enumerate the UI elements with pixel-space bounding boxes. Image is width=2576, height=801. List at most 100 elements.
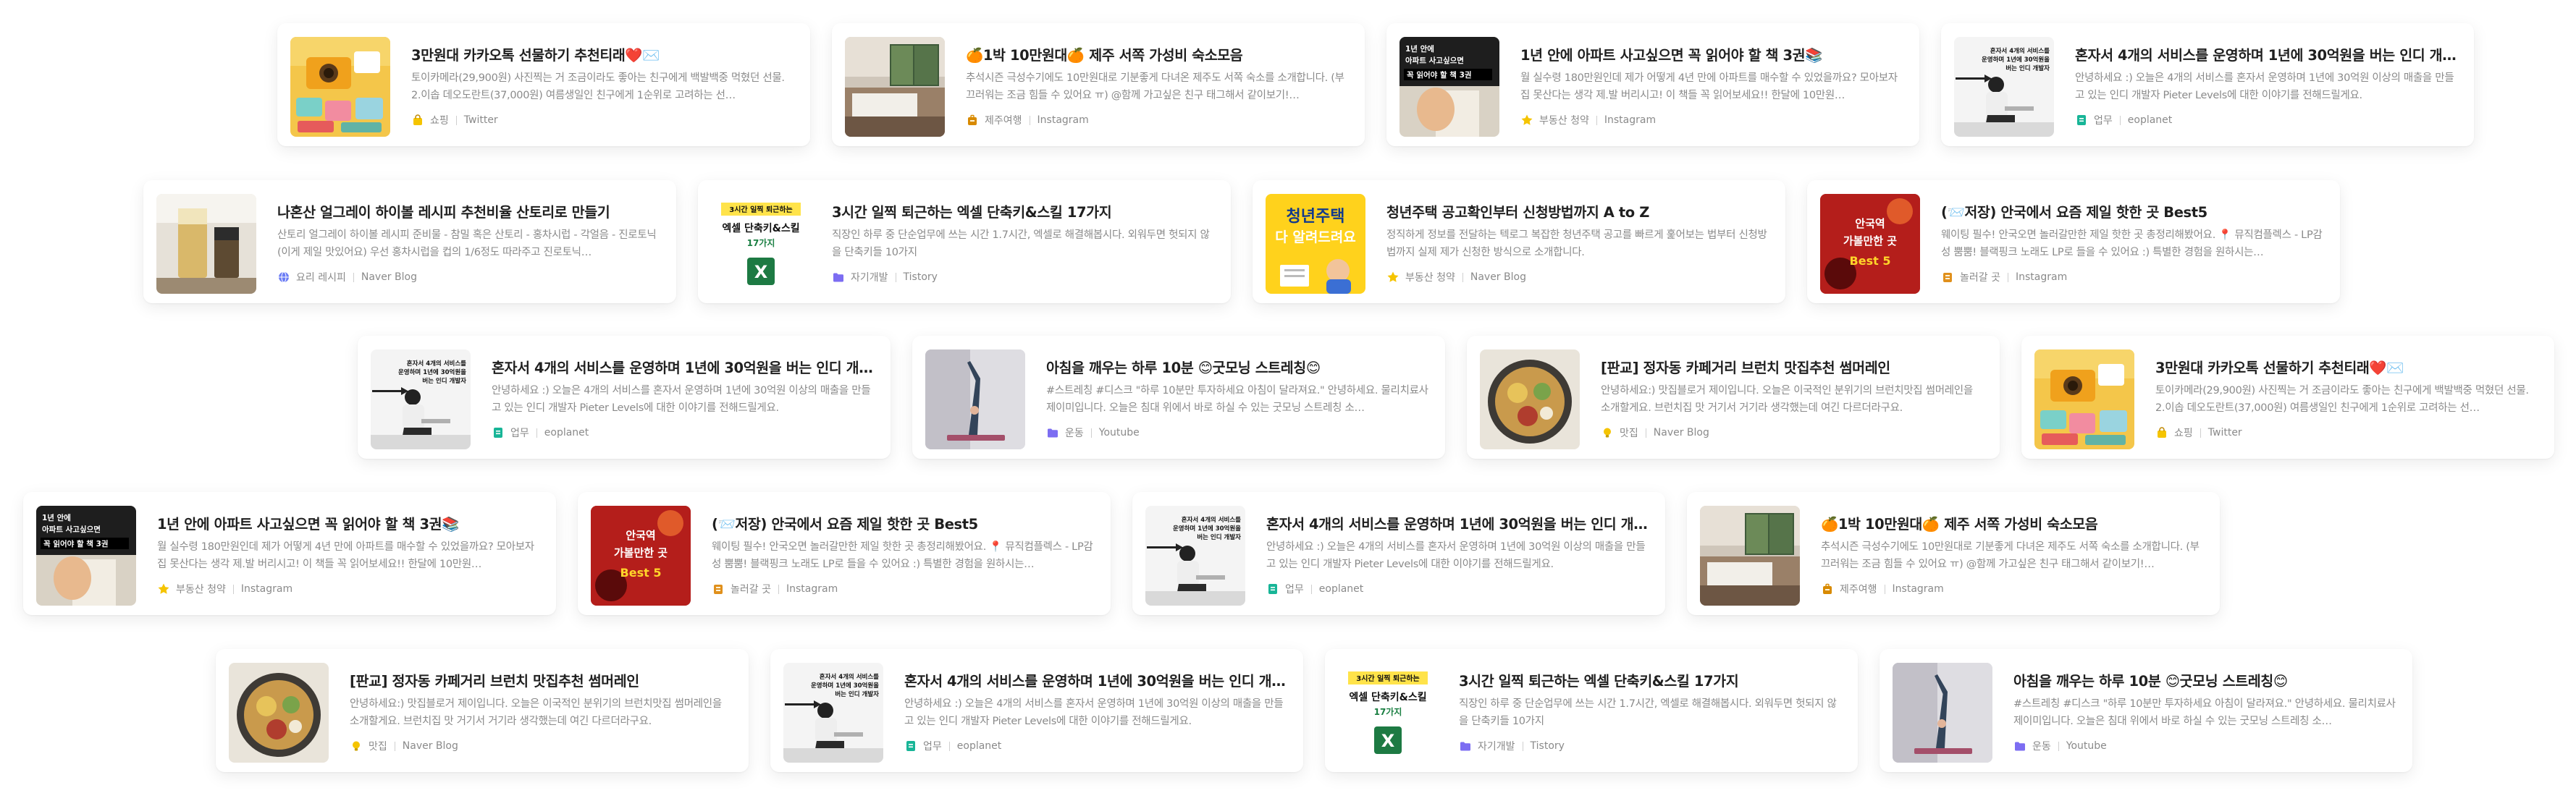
meta-divider <box>778 584 779 594</box>
card-thumbnail <box>156 194 256 294</box>
source-label: Twitter <box>2207 427 2242 438</box>
bookmark-card[interactable]: 3시간 일찍 퇴근하는 엑셀 단축키&스킬 17가지 X 3시간 일찍 퇴근하는… <box>1325 649 1858 772</box>
bookmark-card[interactable]: 청년주택 다 알려드려요 청년주택 공고확인부터 신청방법까지 A to Z 정… <box>1253 180 1785 303</box>
svg-text:청년주택: 청년주택 <box>1287 208 1345 226</box>
card-description: 안녕하세요:) 맛집블로거 제이입니다. 오늘은 이국적인 분위기의 브런치맛집… <box>350 698 722 727</box>
shopping-bag-icon <box>2155 426 2168 439</box>
svg-text:17가지: 17가지 <box>747 237 775 248</box>
card-title: 3만원대 카카오톡 선물하기 추천티래❤️✉️ <box>411 47 660 64</box>
category-label: 요리 레시피 <box>296 272 346 284</box>
source-label: Tistory <box>903 271 938 283</box>
bookmark-card[interactable]: [판교] 정자동 카페거리 브런치 맛집추천 썸머레인 안녕하세요:) 맛집블로… <box>216 649 749 772</box>
meta-divider <box>353 272 354 282</box>
bookmark-card[interactable]: 안국역 가볼만한 곳 Best 5 (📨저장) 안국에서 요즘 제일 핫한 곳 … <box>1807 180 2340 303</box>
source-label: eoplanet <box>1318 583 1364 595</box>
card-meta: 부동산 청약 Instagram <box>1520 113 1656 127</box>
card-description: #스트레칭 #디스크 "하루 10분만 투자하세요 아침이 달라져요." 안녕하… <box>2013 698 2396 727</box>
card-title: 아침을 깨우는 하루 10분 😊굿모닝 스트레칭😊 <box>1046 360 1321 376</box>
card-title: [판교] 정자동 카페거리 브런치 맛집추천 썸머레인 <box>350 673 639 690</box>
card-thumbnail <box>1700 506 1800 606</box>
card-meta: 부동산 청약 Naver Blog <box>1386 270 1526 284</box>
card-description: 안녕하세요 :) 오늘은 4개의 서비스를 혼자서 운영하며 1년에 30억원 … <box>904 698 1284 727</box>
source-label: Twitter <box>463 114 498 126</box>
card-description: 웨이팅 필수! 안국오면 놀러갈만한 제일 핫한 곳 총정리해봤어요. 📍 뮤직… <box>712 541 1093 570</box>
card-meta: 요리 레시피 Naver Blog <box>277 270 417 284</box>
svg-text:버는 인디 개발자: 버는 인디 개발자 <box>1197 533 1241 541</box>
bookmark-card[interactable]: 혼자서 4개의 서비스를 운영하며 1년에 30억원을 버는 인디 개발자 혼자… <box>1132 492 1665 615</box>
bookmark-card[interactable]: 3만원대 카카오톡 선물하기 추천티래❤️✉️ 토이카메라(29,900원) 사… <box>2021 336 2554 459</box>
bookmark-card[interactable]: 🍊1박 10만원대🍊 제주 서쪽 가성비 숙소모음 추석시즌 극성수기에도 10… <box>1687 492 2220 615</box>
svg-text:다 알려드려요: 다 알려드려요 <box>1275 229 1356 245</box>
card-meta: 쇼핑 Twitter <box>411 113 498 127</box>
suitcase-icon <box>966 114 979 127</box>
card-title: 혼자서 4개의 서비스를 운영하며 1년에 30억원을 버는 인디 개발자 <box>904 673 1288 690</box>
bookmark-card[interactable]: [판교] 정자동 카페거리 브런치 맛집추천 썸머레인 안녕하세요:) 맛집블로… <box>1467 336 2000 459</box>
bookmark-card[interactable]: 1년 안에 아파트 사고싶으면 꼭 읽어야 할 책 3권 1년 안에 아파트 사… <box>1386 23 1919 146</box>
bookmark-card[interactable]: 3시간 일찍 퇴근하는 엑셀 단축키&스킬 17가지 X 3시간 일찍 퇴근하는… <box>698 180 1231 303</box>
category-label: 쇼핑 <box>430 115 449 127</box>
category-label: 맛집 <box>1620 428 1638 439</box>
card-meta: 맛집 Naver Blog <box>1601 425 1709 440</box>
card-title: 3시간 일찍 퇴근하는 엑셀 단축키&스킬 17가지 <box>1459 673 1739 690</box>
bookmark-card[interactable]: 혼자서 4개의 서비스를 운영하며 1년에 30억원을 버는 인디 개발자 혼자… <box>1941 23 2474 146</box>
svg-text:엑셀 단축키&스킬: 엑셀 단축키&스킬 <box>1349 691 1426 703</box>
card-description: 직장인 하루 중 단순업무에 쓰는 시간 1.7시간, 엑셀로 해결해봅시다. … <box>1459 698 1837 727</box>
card-thumbnail <box>2034 349 2134 449</box>
card-meta: 제주여행 Instagram <box>966 113 1089 127</box>
svg-text:버는 인디 개발자: 버는 인디 개발자 <box>835 690 879 698</box>
svg-text:3시간 일찍 퇴근하는: 3시간 일찍 퇴근하는 <box>1356 674 1420 683</box>
category-label: 자기개발 <box>1478 741 1515 753</box>
card-row: 나혼산 얼그레이 하이볼 레시피 추천비율 산토리로 만들기 산토리 얼그레이 … <box>0 180 2576 303</box>
card-row: [판교] 정자동 카페거리 브런치 맛집추천 썸머레인 안녕하세요:) 맛집블로… <box>0 649 2576 772</box>
document-icon <box>2075 114 2088 127</box>
card-meta: 운동 Youtube <box>2013 739 2107 753</box>
bookmark-card[interactable]: 1년 안에 아파트 사고싶으면 꼭 읽어야 할 책 3권 1년 안에 아파트 사… <box>23 492 556 615</box>
card-meta: 맛집 Naver Blog <box>350 739 458 753</box>
source-label: Instagram <box>786 583 838 595</box>
svg-text:17가지: 17가지 <box>1374 706 1402 717</box>
bookmark-card[interactable]: 🍊1박 10만원대🍊 제주 서쪽 가성비 숙소모음 추석시즌 극성수기에도 10… <box>832 23 1365 146</box>
svg-text:가볼만한 곳: 가볼만한 곳 <box>1843 234 1897 247</box>
card-thumbnail: 3시간 일찍 퇴근하는 엑셀 단축키&스킬 17가지 X <box>711 194 811 294</box>
meta-divider <box>1090 428 1092 438</box>
svg-text:버는 인디 개발자: 버는 인디 개발자 <box>422 377 466 385</box>
svg-text:혼자서 4개의 서비스를: 혼자서 4개의 서비스를 <box>1990 47 2050 55</box>
bookmark-card[interactable]: 나혼산 얼그레이 하이볼 레시피 추천비율 산토리로 만들기 산토리 얼그레이 … <box>143 180 676 303</box>
source-label: Instagram <box>1892 583 1944 595</box>
meta-divider <box>1596 115 1597 125</box>
svg-text:혼자서 4개의 서비스를: 혼자서 4개의 서비스를 <box>820 673 879 681</box>
bookmark-card[interactable]: 혼자서 4개의 서비스를 운영하며 1년에 30억원을 버는 인디 개발자 혼자… <box>770 649 1303 772</box>
card-thumbnail: 혼자서 4개의 서비스를 운영하며 1년에 30억원을 버는 인디 개발자 <box>1954 37 2054 137</box>
card-title: 🍊1박 10만원대🍊 제주 서쪽 가성비 숙소모음 <box>966 47 1243 64</box>
svg-text:꼭 읽어야 할 책 3권: 꼭 읽어야 할 책 3권 <box>1407 70 1472 80</box>
bookmark-card[interactable]: 3만원대 카카오톡 선물하기 추천티래❤️✉️ 토이카메라(29,900원) 사… <box>277 23 810 146</box>
card-description: 월 실수령 180만원인데 제가 어떻게 4년 만에 아파트를 매수할 수 있었… <box>157 541 534 570</box>
card-thumbnail: 혼자서 4개의 서비스를 운영하며 1년에 30억원을 버는 인디 개발자 <box>783 663 883 763</box>
card-row: 1년 안에 아파트 사고싶으면 꼭 읽어야 할 책 3권 1년 안에 아파트 사… <box>0 492 2576 615</box>
card-thumbnail <box>925 349 1025 449</box>
card-description: 토이카메라(29,900원) 사진찍는 거 조금이라도 좋아는 친구에게 백발백… <box>411 72 785 101</box>
svg-text:버는 인디 개발자: 버는 인디 개발자 <box>2005 64 2050 72</box>
bookmark-card[interactable]: 아침을 깨우는 하루 10분 😊굿모닝 스트레칭😊 #스트레칭 #디스크 "하루… <box>912 336 1445 459</box>
card-meta: 놀러갈 곳 Instagram <box>712 582 838 596</box>
card-description: 안녕하세요 :) 오늘은 4개의 서비스를 혼자서 운영하며 1년에 30억원 … <box>492 385 871 414</box>
meta-divider <box>2058 741 2059 751</box>
document-icon <box>492 426 505 439</box>
category-label: 업무 <box>510 428 529 439</box>
card-description: 정직하게 정보를 전달하는 텍로그 복잡한 청년주택 공고를 빠르게 훑어보는 … <box>1386 229 1767 258</box>
svg-text:1년 안에: 1년 안에 <box>42 513 71 522</box>
card-title: 3시간 일찍 퇴근하는 엑셀 단축키&스킬 17가지 <box>832 204 1112 221</box>
category-label: 놀러갈 곳 <box>1960 272 2000 284</box>
bookmark-card[interactable]: 혼자서 4개의 서비스를 운영하며 1년에 30억원을 버는 인디 개발자 혼자… <box>358 336 891 459</box>
card-description: #스트레칭 #디스크 "하루 10분만 투자하세요 아침이 달라져요." 안녕하… <box>1046 385 1428 414</box>
meta-divider <box>232 584 234 594</box>
bookmark-card[interactable]: 아침을 깨우는 하루 10분 😊굿모닝 스트레칭😊 #스트레칭 #디스크 "하루… <box>1880 649 2412 772</box>
bookmark-card[interactable]: 안국역 가볼만한 곳 Best 5 (📨저장) 안국에서 요즘 제일 핫한 곳 … <box>578 492 1111 615</box>
card-title: 혼자서 4개의 서비스를 운영하며 1년에 30억원을 버는 인디 개발자 <box>1266 516 1650 533</box>
source-label: eoplanet <box>2127 114 2173 126</box>
star-icon <box>1520 114 1533 127</box>
source-label: Naver Blog <box>361 271 417 283</box>
card-thumbnail: 3시간 일찍 퇴근하는 엑셀 단축키&스킬 17가지 X <box>1338 663 1438 763</box>
card-thumbnail <box>845 37 945 137</box>
svg-text:운영하며 1년에 30억원을: 운영하며 1년에 30억원을 <box>1173 525 1241 533</box>
